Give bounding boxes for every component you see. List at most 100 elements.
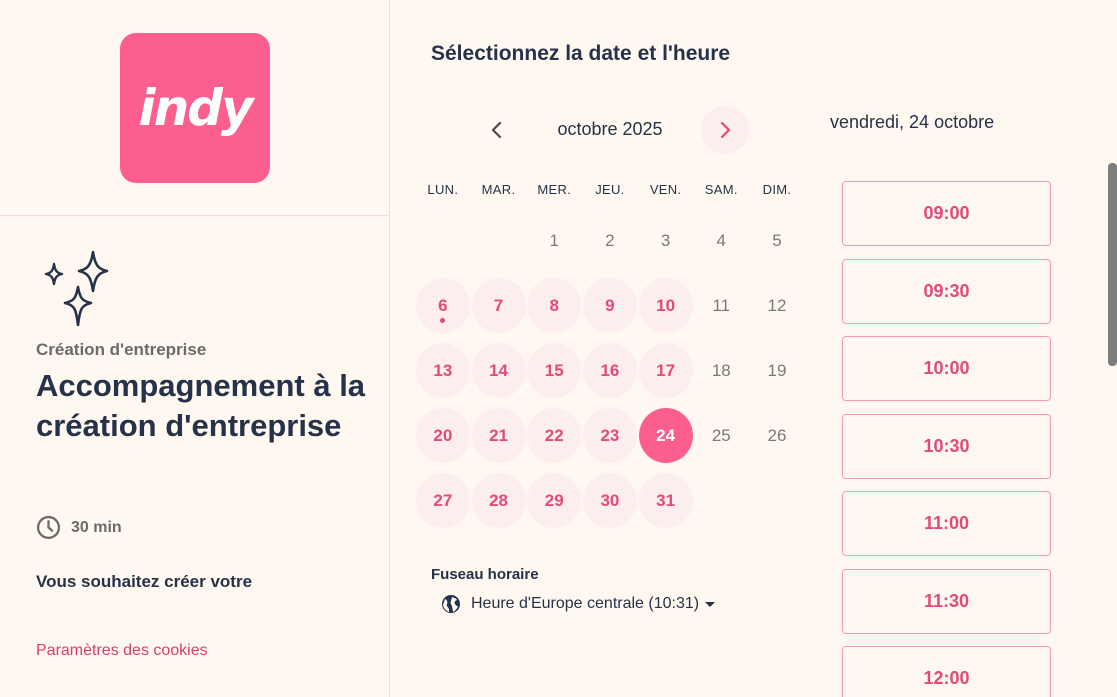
calendar-day: 11 (693, 278, 749, 333)
calendar-week: 20 21 22 23 24 25 26 (415, 403, 805, 468)
calendar-day: 3 (638, 213, 694, 268)
selected-date-heading: vendredi, 24 octobre (830, 112, 995, 132)
next-month-button[interactable] (701, 106, 749, 154)
calendar-day-available[interactable]: 8 (527, 278, 582, 333)
day-number: 17 (656, 360, 676, 380)
calendar-day-available[interactable]: 6 (415, 278, 470, 333)
calendar-day-available[interactable]: 22 (527, 408, 582, 463)
day-number: 21 (489, 425, 508, 445)
scheduler-panel: Sélectionnez la date et l'heure octobre … (391, 0, 1117, 697)
page-title: Sélectionnez la date et l'heure (431, 42, 731, 65)
calendar-day-available[interactable]: 17 (638, 343, 693, 398)
time-slot-button[interactable]: 09:00 (842, 181, 1051, 246)
calendar-day-available[interactable]: 30 (582, 473, 637, 528)
calendar-week: 27 28 29 30 31 (415, 468, 805, 533)
calendar-day-available[interactable]: 15 (527, 343, 582, 398)
day-number: 27 (433, 490, 453, 510)
event-description: Vous souhaitez créer votre (36, 572, 253, 591)
sparkles-icon (44, 250, 109, 327)
today-indicator (440, 318, 446, 323)
calendar-day-available[interactable]: 31 (638, 473, 693, 528)
event-duration: 30 min (36, 515, 122, 540)
time-slot-button[interactable]: 12:00 (842, 646, 1051, 697)
weekday-label: MAR. (481, 181, 516, 197)
day-number: 11 (712, 295, 731, 315)
clock-icon (36, 515, 61, 540)
company-logo: indy (120, 33, 270, 183)
day-number: 8 (549, 295, 559, 315)
time-slot-button[interactable]: 11:30 (842, 568, 1051, 634)
calendar-day-available[interactable]: 21 (471, 408, 526, 463)
event-category: Création d'entreprise (36, 340, 207, 359)
calendar-day: 1 (526, 213, 582, 268)
calendar-day-empty (471, 213, 527, 268)
calendar-day: 2 (582, 213, 638, 268)
previous-month-button[interactable] (475, 108, 519, 152)
calendar-day-available[interactable]: 27 (415, 473, 470, 528)
calendar-day-available[interactable]: 10 (638, 278, 693, 333)
calendar-day: 26 (749, 408, 805, 463)
day-number: 16 (600, 360, 620, 380)
weekday-label: MER. (537, 181, 572, 197)
calendar-day: 4 (693, 213, 749, 268)
day-number: 3 (660, 230, 671, 250)
day-number: 29 (544, 490, 564, 510)
calendar-day-available[interactable]: 16 (582, 343, 637, 398)
event-title: Accompagnement à la création d'entrepris… (36, 368, 366, 443)
calendar-day-available[interactable]: 7 (471, 278, 526, 333)
day-number: 15 (544, 360, 564, 380)
day-number: 13 (433, 360, 453, 380)
day-number: 2 (605, 230, 615, 250)
calendar-day-available[interactable]: 23 (582, 408, 637, 463)
day-number: 1 (549, 230, 559, 250)
cookie-settings-link[interactable]: Paramètres des cookies (36, 642, 208, 660)
day-number: 19 (767, 360, 787, 380)
weekday-header: LUN. MAR. MER. JEU. VEN. SAM. DIM. (415, 170, 805, 208)
calendar-weeks: 1 2 3 4 5 6 7 8 9 10 11 12 13 14 15 16 17 18 19 20 21 22 23 24 2… (415, 208, 805, 533)
day-number: 9 (605, 295, 615, 315)
weekday-label: DIM. (762, 181, 792, 197)
weekday-label: JEU. (595, 181, 625, 197)
chevron-left-icon (491, 121, 502, 139)
time-slot-button[interactable]: 11:00 (842, 491, 1051, 556)
timezone-select[interactable]: Heure d'Europe centrale (10:31) (431, 592, 719, 616)
day-number: 26 (767, 425, 787, 445)
logo-section: indy (0, 0, 389, 216)
calendar-week: 13 14 15 16 17 18 19 (415, 338, 805, 403)
globe-icon (442, 595, 460, 613)
timezone-label: Fuseau horaire (431, 566, 539, 583)
day-number: 14 (489, 360, 508, 380)
time-slot-button[interactable]: 10:00 (842, 336, 1051, 401)
caret-down-icon (705, 601, 716, 607)
current-month: octobre 2025 (557, 119, 663, 139)
scrollbar[interactable] (1108, 163, 1117, 366)
chevron-right-icon (720, 121, 731, 139)
calendar-day: 25 (693, 408, 749, 463)
calendar-grid: LUN. MAR. MER. JEU. VEN. SAM. DIM. 1 2 3 4 5 6 7 8 9 10… (415, 170, 805, 533)
day-number: 4 (716, 230, 727, 250)
day-number: 7 (493, 295, 504, 315)
calendar-day-available[interactable]: 28 (471, 473, 526, 528)
day-number: 31 (656, 490, 676, 510)
time-slot-button[interactable]: 10:30 (842, 413, 1051, 479)
calendar-day-available[interactable]: 24 (638, 408, 693, 463)
day-number: 6 (438, 295, 448, 315)
weekday-label: VEN. (649, 181, 682, 197)
calendar-day-available[interactable]: 20 (415, 408, 470, 463)
duration-label: 30 min (71, 518, 122, 536)
calendar-day-available[interactable]: 14 (471, 343, 526, 398)
day-number: 24 (656, 425, 676, 445)
calendar-day-available[interactable]: 13 (415, 343, 470, 398)
time-slots-list: 09:00 09:30 10:00 10:30 11:00 11:30 12:00 (842, 181, 1051, 697)
day-number: 5 (772, 230, 782, 250)
calendar-day: 12 (749, 278, 805, 333)
calendar-day-available[interactable]: 29 (527, 473, 582, 528)
calendar-day: 18 (693, 343, 749, 398)
calendar-day-available[interactable]: 9 (582, 278, 637, 333)
time-slot-button[interactable]: 09:30 (842, 258, 1051, 324)
day-number: 22 (544, 425, 564, 445)
logo-text: indy (138, 79, 253, 137)
timezone-value: Heure d'Europe centrale (10:31) (471, 595, 700, 612)
calendar-day: 19 (749, 343, 805, 398)
calendar-week: 6 7 8 9 10 11 12 (415, 273, 805, 338)
